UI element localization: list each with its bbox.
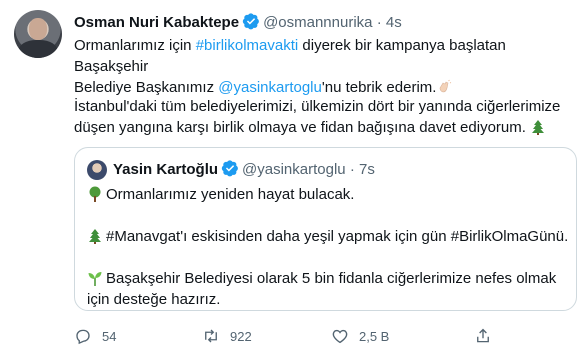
mention-link[interactable]: @yasinkartoglu [218,79,322,96]
reply-button[interactable]: 54 [74,326,116,346]
reply-count: 54 [102,328,117,344]
author-avatar[interactable] [14,10,62,58]
evergreen-tree-icon [531,120,544,135]
tweet-time[interactable]: 4s [386,14,402,31]
reply-icon [76,329,90,345]
quoted-author-handle[interactable]: @yasinkartoglu [242,161,346,178]
quoted-author-name[interactable]: Yasin Kartoğlu [113,161,218,178]
avatar-face [29,18,47,40]
clapping-hands-icon [440,79,452,93]
quoted-tweet[interactable]: Yasin Kartoğlu @yasinkartoglu · 7s Ormanl… [74,147,577,311]
verified-badge-icon [221,160,238,177]
avatar-suit [18,40,58,58]
evergreen-tree-icon [89,229,101,244]
quoted-text: #Manavgat'ı eskisinden daha yeşil yapmak… [106,228,569,245]
quoted-author-avatar[interactable] [87,160,107,180]
quoted-tweet-time[interactable]: 7s [359,161,375,178]
tweet-paragraph-2: İstanbul'daki tüm belediyelerimizi, ülke… [74,96,574,138]
quoted-line-2: #Manavgat'ı eskisinden daha yeşil yapmak… [87,226,569,247]
share-icon [477,328,489,343]
text-segment: Belediye Başkanımız [74,79,219,96]
quoted-text: için desteğe hazırız. [87,291,221,308]
quoted-text: Ormanlarımız yeniden hayat bulacak. [106,186,355,203]
tweet-actions: 54 922 2,5 B [74,326,574,346]
tweet-header: Osman Nuri Kabaktepe @osmannnurika · 4s [74,12,402,32]
header-separator: · [376,14,382,31]
quoted-line-3: Başakşehir Belediyesi olarak 5 bin fidan… [87,268,567,289]
text-segment: 'nu tebrik ederim. [321,79,437,96]
tweet[interactable]: Osman Nuri Kabaktepe @osmannnurika · 4s O… [0,0,585,355]
like-icon [332,329,348,344]
retweet-button[interactable]: 922 [202,326,252,346]
tweet-paragraph-1: Ormanlarımız için #birlikolmavakti diyer… [74,35,574,98]
text-line: İstanbul'daki tüm belediyelerimizi, ülke… [74,98,561,115]
hashtag-link[interactable]: #birlikolmavakti [196,37,299,54]
retweet-count: 922 [230,328,252,344]
author-name[interactable]: Osman Nuri Kabaktepe [74,14,239,31]
share-button[interactable] [474,326,502,346]
seedling-icon [88,272,102,286]
quoted-text: Başakşehir Belediyesi olarak 5 bin fidan… [106,270,557,287]
header-separator: · [349,161,355,178]
text-line: düşen yangına karşı birlik olmaya ve fid… [74,119,526,136]
quoted-tweet-header: Yasin Kartoğlu @yasinkartoglu · 7s [113,159,375,180]
deciduous-tree-icon [89,186,101,202]
quoted-line-4: için desteğe hazırız. [87,289,567,310]
quoted-line-1: Ormanlarımız yeniden hayat bulacak. [87,184,567,205]
retweet-icon [205,329,217,343]
author-handle[interactable]: @osmannnurika [263,14,372,31]
verified-badge-icon [242,13,259,30]
like-count: 2,5 B [359,328,390,344]
like-button[interactable]: 2,5 B [331,326,389,346]
text-segment: Ormanlarımız için [74,37,196,54]
